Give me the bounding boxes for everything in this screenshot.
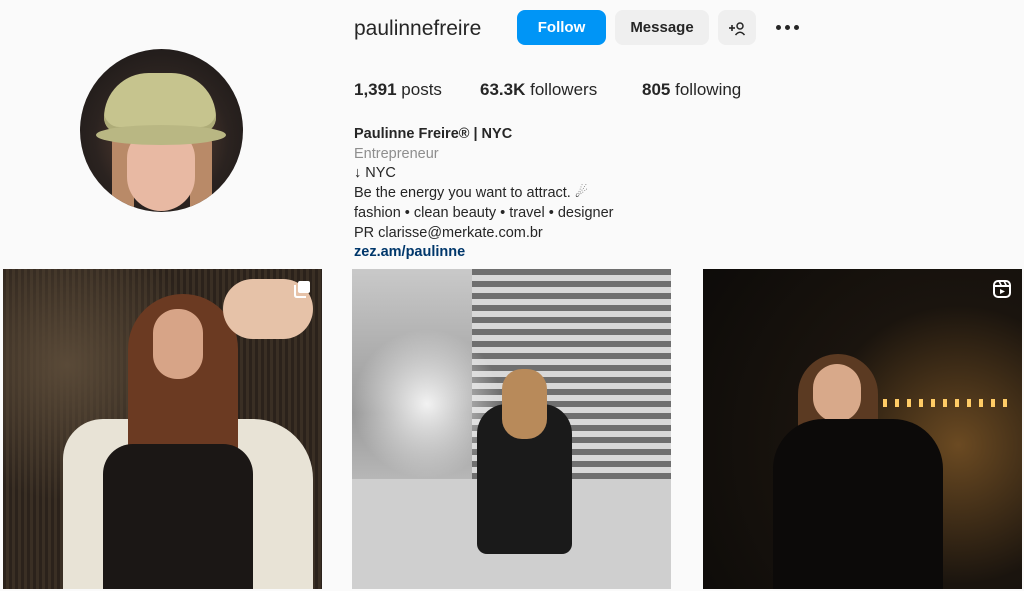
stat-following[interactable]: 805 following bbox=[642, 80, 741, 100]
posts-count: 1,391 bbox=[354, 80, 397, 99]
followers-count: 63.3K bbox=[480, 80, 526, 99]
post-figure bbox=[502, 369, 547, 439]
follow-button[interactable]: Follow bbox=[517, 10, 606, 45]
suggest-user-button[interactable] bbox=[718, 10, 756, 45]
bio-link[interactable]: zez.am/paulinne bbox=[354, 243, 613, 263]
post-figure bbox=[153, 309, 203, 379]
following-count: 805 bbox=[642, 80, 671, 99]
post-figure bbox=[773, 419, 943, 589]
avatar-bucket-hat bbox=[104, 73, 216, 133]
stat-posts: 1,391 posts bbox=[354, 80, 442, 100]
stat-followers[interactable]: 63.3K followers bbox=[480, 80, 597, 100]
reel-icon bbox=[993, 280, 1011, 298]
carousel-icon bbox=[294, 281, 310, 298]
bio-line: Be the energy you want to attract. ☄ bbox=[354, 185, 588, 202]
following-label: following bbox=[675, 80, 742, 99]
post-scene bbox=[883, 399, 1013, 407]
bio-category: Entrepreneur bbox=[354, 145, 439, 162]
post-figure bbox=[813, 364, 861, 422]
bio-line: ↓ NYC bbox=[354, 165, 396, 182]
post-thumbnail[interactable] bbox=[3, 269, 322, 589]
add-user-icon bbox=[729, 21, 746, 36]
more-dots-icon bbox=[793, 25, 799, 30]
followers-label: followers bbox=[530, 80, 598, 99]
profile-bio: Paulinne Freire® | NYC Entrepreneur ↓ NY… bbox=[354, 125, 613, 263]
more-dots-icon bbox=[775, 25, 781, 30]
bio-line: fashion • clean beauty • travel • design… bbox=[354, 204, 614, 221]
post-figure bbox=[103, 444, 253, 589]
profile-avatar[interactable] bbox=[80, 49, 243, 212]
bio-line: PR clarisse@merkate.com.br bbox=[354, 224, 543, 241]
posts-label: posts bbox=[401, 80, 442, 99]
bio-name: Paulinne Freire® | NYC bbox=[354, 126, 513, 142]
message-button[interactable]: Message bbox=[615, 10, 709, 45]
post-thumbnail[interactable] bbox=[352, 269, 671, 589]
more-dots-icon bbox=[784, 25, 790, 30]
avatar-hat-brim bbox=[96, 125, 226, 145]
more-options-button[interactable] bbox=[768, 10, 806, 45]
post-thumbnail[interactable] bbox=[703, 269, 1022, 589]
profile-username: paulinnefreire bbox=[354, 17, 482, 40]
